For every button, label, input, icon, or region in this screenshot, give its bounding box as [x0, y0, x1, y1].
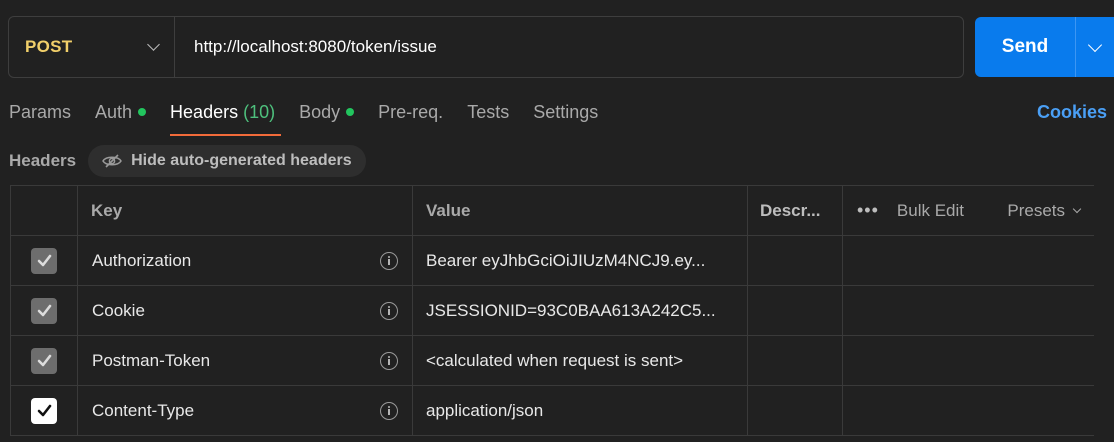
- chevron-down-icon: [147, 38, 160, 51]
- tab-count: (10): [243, 102, 276, 122]
- method-label: POST: [25, 37, 73, 56]
- tab-pre-request[interactable]: Pre-req.: [378, 96, 443, 136]
- tab-label: Body: [299, 102, 341, 122]
- tab-label: Pre-req.: [378, 102, 444, 122]
- header-value: application/json: [426, 400, 544, 420]
- column-header-value: Value: [413, 186, 748, 235]
- status-dot-icon: [138, 107, 147, 116]
- send-options-button[interactable]: [1076, 17, 1114, 77]
- more-options-icon[interactable]: •••: [857, 200, 879, 221]
- tab-auth[interactable]: Auth: [95, 96, 147, 136]
- column-header-key: Key: [78, 186, 413, 235]
- value-cell[interactable]: Bearer eyJhbGciOiJIUzM4NCJ9.ey...: [413, 236, 748, 285]
- info-icon[interactable]: [380, 351, 398, 370]
- header-enabled-checkbox[interactable]: [31, 247, 57, 274]
- header-key: Cookie: [92, 300, 145, 320]
- tab-settings[interactable]: Settings: [533, 96, 598, 136]
- tab-label: Params: [9, 102, 72, 122]
- description-cell[interactable]: [748, 336, 843, 385]
- headers-table: Key Value Descr... ••• Bulk Edit Presets: [10, 185, 1094, 436]
- description-cell[interactable]: [748, 286, 843, 335]
- cookies-link[interactable]: Cookies: [1037, 102, 1107, 123]
- url-input[interactable]: [175, 17, 963, 77]
- header-value: Bearer eyJhbGciOiJIUzM4NCJ9.ey...: [426, 250, 706, 270]
- presets-dropdown[interactable]: Presets: [1007, 200, 1082, 221]
- actions-cell: [843, 336, 1094, 385]
- description-cell[interactable]: [748, 236, 843, 285]
- key-cell[interactable]: Cookie: [78, 286, 413, 335]
- header-check-cell: [11, 186, 78, 235]
- description-cell[interactable]: [748, 386, 843, 435]
- header-enabled-checkbox[interactable]: [31, 347, 57, 374]
- actions-cell: [843, 236, 1094, 285]
- header-enabled-checkbox[interactable]: [31, 297, 57, 324]
- header-key: Content-Type: [92, 400, 195, 420]
- table-row: Postman-Token <calculated when request i…: [11, 336, 1094, 386]
- column-header-description: Descr...: [748, 186, 843, 235]
- check-icon: [37, 254, 51, 267]
- key-cell[interactable]: Postman-Token: [78, 336, 413, 385]
- tab-label: Auth: [95, 102, 133, 122]
- header-key: Postman-Token: [92, 350, 211, 370]
- request-bar: POST: [8, 16, 964, 78]
- tab-label: Settings: [533, 102, 599, 122]
- table-row: Cookie JSESSIONID=93C0BAA613A242C5...: [11, 286, 1094, 336]
- chevron-down-icon: [1072, 204, 1082, 214]
- header-value: JSESSIONID=93C0BAA613A242C5...: [426, 300, 716, 320]
- header-value: <calculated when request is sent>: [426, 350, 684, 370]
- header-key: Authorization: [92, 250, 192, 270]
- info-icon[interactable]: [380, 401, 398, 420]
- hide-autogen-label: Hide auto-generated headers: [131, 152, 352, 169]
- table-row: Authorization Bearer eyJhbGciOiJIUzM4NCJ…: [11, 236, 1094, 286]
- actions-cell: [843, 286, 1094, 335]
- check-icon: [37, 404, 51, 417]
- method-select[interactable]: POST: [9, 17, 175, 77]
- tab-label: Tests: [467, 102, 510, 122]
- table-row: Content-Type application/json: [11, 386, 1094, 436]
- info-icon[interactable]: [380, 301, 398, 320]
- tab-tests[interactable]: Tests: [467, 96, 509, 136]
- info-icon[interactable]: [380, 251, 398, 270]
- eye-off-icon: [102, 154, 122, 168]
- status-dot-icon: [346, 107, 355, 116]
- section-title: Headers: [9, 151, 77, 170]
- presets-label: Presets: [1007, 200, 1065, 220]
- hide-autogen-button[interactable]: Hide auto-generated headers: [88, 145, 366, 177]
- key-cell[interactable]: Authorization: [78, 236, 413, 285]
- table-header-row: Key Value Descr... ••• Bulk Edit Presets: [11, 186, 1094, 236]
- value-cell[interactable]: application/json: [413, 386, 748, 435]
- chevron-down-icon: [1087, 37, 1103, 52]
- headers-subheader: Headers Hide auto-generated headers: [9, 145, 366, 177]
- check-icon: [37, 354, 51, 367]
- tab-params[interactable]: Params: [9, 96, 71, 136]
- send-button-group: Send: [975, 17, 1114, 77]
- tab-headers[interactable]: Headers (10): [170, 96, 282, 136]
- value-cell[interactable]: JSESSIONID=93C0BAA613A242C5...: [413, 286, 748, 335]
- value-cell[interactable]: <calculated when request is sent>: [413, 336, 748, 385]
- check-icon: [37, 304, 51, 317]
- send-button[interactable]: Send: [975, 17, 1075, 77]
- tab-body[interactable]: Body: [299, 96, 355, 136]
- tab-label: Headers: [170, 102, 239, 122]
- bulk-edit-button[interactable]: Bulk Edit: [897, 201, 964, 221]
- actions-cell: [843, 386, 1094, 435]
- header-enabled-checkbox[interactable]: [31, 397, 57, 424]
- key-cell[interactable]: Content-Type: [78, 386, 413, 435]
- request-tabs: Params Auth Headers (10) Body Pre-req. T…: [9, 96, 622, 136]
- column-header-actions: ••• Bulk Edit Presets: [843, 186, 1094, 235]
